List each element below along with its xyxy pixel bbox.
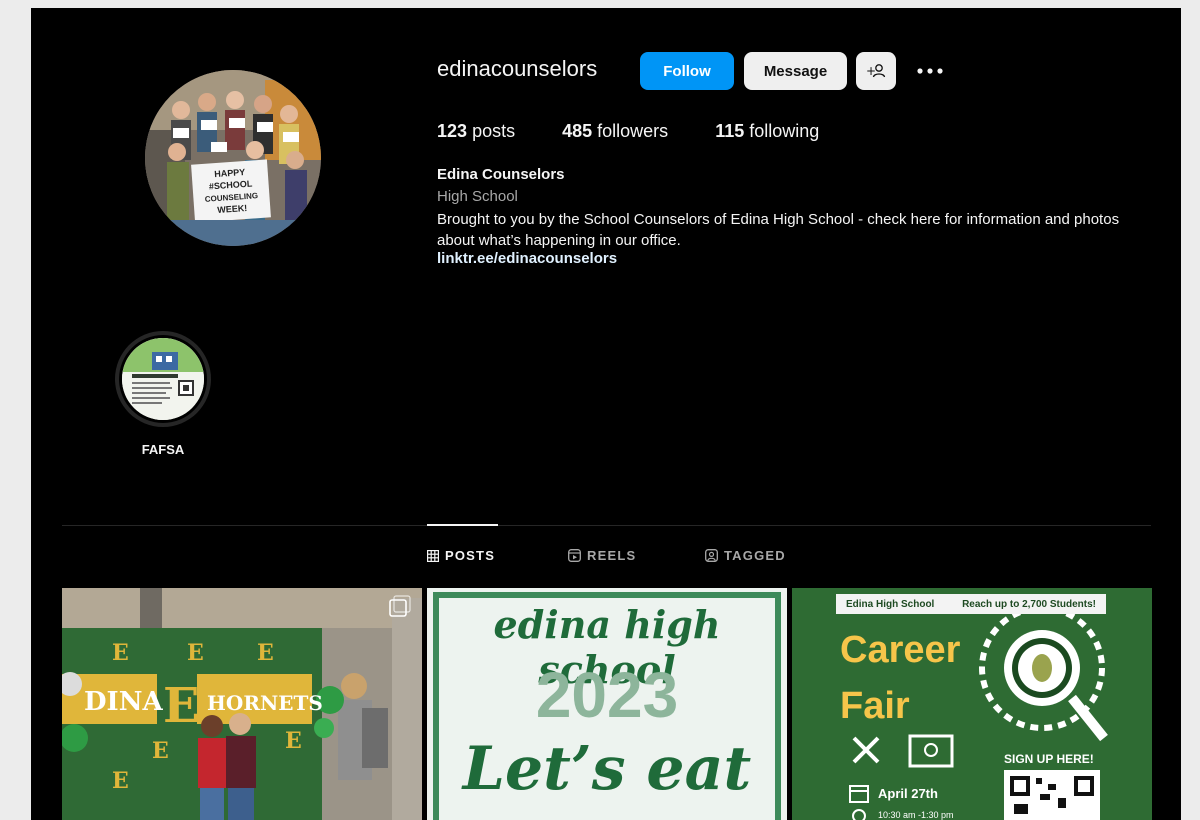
grid-icon [427, 549, 439, 562]
post-date: April 27th [878, 786, 938, 801]
profile-category: High School [437, 188, 518, 205]
highlight-cover [122, 338, 204, 420]
post-banner: Edina High School Reach up to 2,700 Stud… [836, 594, 1106, 614]
post-text-year: 2023 [535, 659, 679, 731]
follow-button[interactable]: Follow [640, 52, 734, 90]
post-signup-text: SIGN UP HERE! [1004, 752, 1094, 766]
instagram-profile-page: HAPPY #SCHOOL COUNSELING WEEK! edinacoun… [31, 8, 1181, 820]
add-person-icon: + [866, 64, 886, 78]
svg-text:E: E [152, 738, 169, 764]
profile-stats: 123 posts 485 followers 115 following [437, 121, 866, 142]
tab-tagged[interactable]: TAGGED [705, 548, 786, 563]
post-thumbnail[interactable]: Edina High School Reach up to 2,700 Stud… [792, 588, 1152, 820]
profile-link[interactable]: linktr.ee/edinacounselors [437, 250, 617, 267]
post-thumbnail[interactable]: edina high school 2023 Let’s eat [427, 588, 787, 820]
svg-text:E: E [285, 728, 302, 754]
tab-reels[interactable]: REELS [568, 548, 636, 563]
message-button[interactable]: Message [744, 52, 847, 90]
highlight-label[interactable]: FAFSA [115, 442, 211, 457]
suggested-accounts-button[interactable]: + [856, 52, 896, 90]
active-tab-indicator [427, 524, 498, 526]
svg-text:E: E [257, 640, 274, 666]
options-more-icon[interactable] [915, 56, 945, 86]
post-title: Career Fair [840, 629, 961, 727]
reels-icon [568, 549, 581, 562]
svg-text:E: E [187, 640, 204, 666]
posts-count[interactable]: 123 posts [437, 121, 515, 142]
svg-text:HORNETS: HORNETS [207, 691, 323, 715]
profile-username: edinacounselors [437, 56, 598, 81]
post-time: 10:30 am -1:30 pm [878, 810, 954, 820]
highlight-fafsa[interactable] [115, 331, 211, 427]
post-text-tagline: Let’s eat [462, 734, 752, 804]
tabs-divider [62, 525, 1151, 526]
post-thumbnail[interactable]: E E E E E E DINA HORNETS E [62, 588, 422, 820]
svg-text:DINA: DINA [84, 687, 163, 717]
profile-bio: Brought to you by the School Counselors … [437, 211, 1120, 249]
svg-text:WEEK!: WEEK! [217, 203, 248, 215]
following-count[interactable]: 115 following [715, 121, 819, 142]
svg-text:E: E [163, 678, 200, 734]
tab-posts[interactable]: POSTS [427, 548, 495, 563]
svg-text:E: E [112, 768, 129, 794]
profile-full-name: Edina Counselors [437, 166, 565, 183]
tagged-icon [705, 549, 718, 562]
profile-avatar[interactable]: HAPPY #SCHOOL COUNSELING WEEK! [145, 70, 321, 246]
followers-count[interactable]: 485 followers [562, 121, 668, 142]
svg-text:E: E [112, 640, 129, 666]
